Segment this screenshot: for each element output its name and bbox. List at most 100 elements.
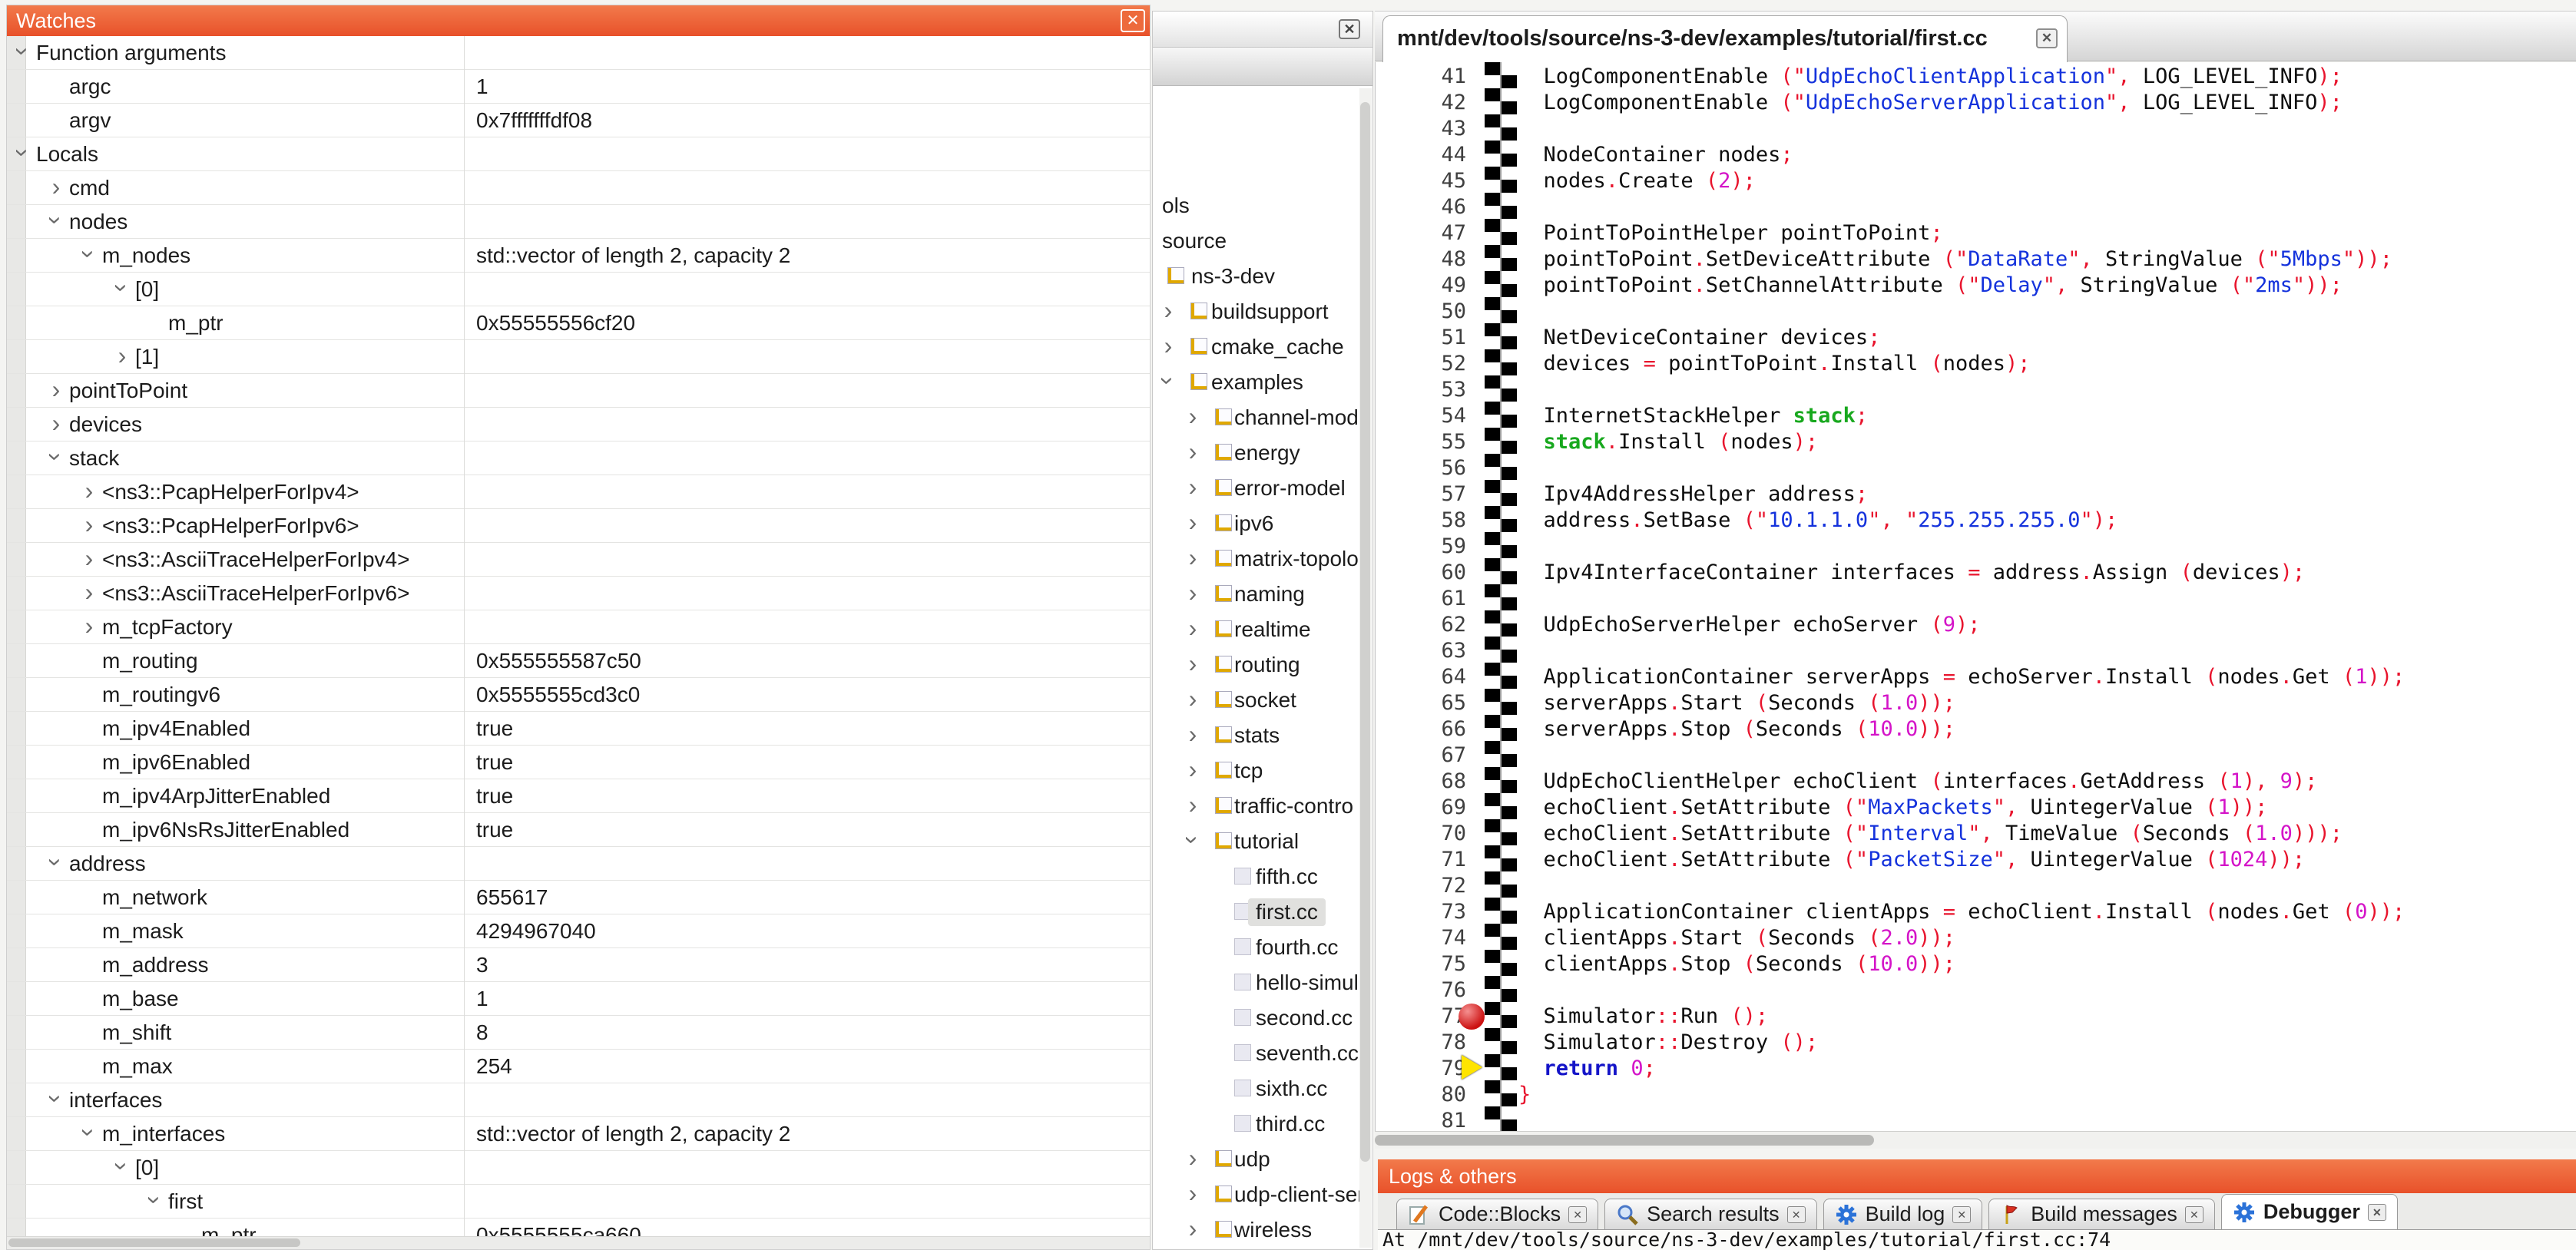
code-line[interactable]: 42 LogComponentEnable ("UdpEchoServerApp… — [1376, 90, 2576, 116]
tree-item-channel-mod[interactable]: ›channel-mod — [1153, 400, 1360, 435]
expand-icon[interactable]: › — [79, 613, 99, 638]
code-line[interactable]: 41 LogComponentEnable ("UdpEchoClientApp… — [1376, 64, 2576, 90]
expand-icon[interactable]: › — [1183, 545, 1203, 570]
tree-item-sixth-cc[interactable]: sixth.cc — [1153, 1071, 1360, 1106]
code-line[interactable]: 54 InternetStackHelper stack; — [1376, 403, 2576, 429]
code-line[interactable]: 68 UdpEchoClientHelper echoClient (inter… — [1376, 769, 2576, 795]
tree-item-stats[interactable]: ›stats — [1153, 718, 1360, 753]
watch-row[interactable]: ›cmd — [7, 171, 1150, 205]
code-line[interactable]: 71 echoClient.SetAttribute ("PacketSize"… — [1376, 847, 2576, 873]
scrollbar-thumb[interactable] — [8, 1238, 300, 1247]
tree-item-fourth-cc[interactable]: fourth.cc — [1153, 930, 1360, 965]
log-tab-code-blocks[interactable]: Code::Blocks✕ — [1396, 1199, 1598, 1229]
code-line[interactable]: 60 Ipv4InterfaceContainer interfaces = a… — [1376, 560, 2576, 586]
tree-item-udp-client-ser[interactable]: ›udp-client-ser — [1153, 1177, 1360, 1212]
tree-item-tutorial[interactable]: ›tutorial — [1153, 824, 1360, 859]
expand-icon[interactable]: › — [1183, 404, 1203, 428]
tree-item-third-cc[interactable]: third.cc — [1153, 1106, 1360, 1142]
code-editor[interactable]: 41 LogComponentEnable ("UdpEchoClientApp… — [1375, 62, 2576, 1131]
collapse-icon[interactable]: › — [110, 278, 134, 298]
expand-icon[interactable]: › — [1183, 616, 1203, 640]
log-tab-search-results[interactable]: Search results✕ — [1604, 1199, 1817, 1229]
collapse-icon[interactable]: › — [77, 244, 101, 264]
tree-item-first-cc[interactable]: first.cc — [1153, 895, 1360, 930]
code-line[interactable]: 49 pointToPoint.SetChannelAttribute ("De… — [1376, 273, 2576, 299]
code-line[interactable]: 72 — [1376, 873, 2576, 899]
code-line[interactable]: 67 — [1376, 742, 2576, 769]
expand-icon[interactable]: › — [46, 174, 66, 199]
vertical-scrollbar[interactable] — [1359, 88, 1372, 1248]
expand-icon[interactable]: › — [1183, 580, 1203, 605]
code-line[interactable]: 44 NodeContainer nodes; — [1376, 142, 2576, 168]
watch-row[interactable]: ›nodes — [7, 205, 1150, 239]
tree-item-udp[interactable]: ›udp — [1153, 1142, 1360, 1177]
expand-icon[interactable]: › — [79, 512, 99, 537]
expand-icon[interactable]: › — [1183, 792, 1203, 817]
scrollbar-thumb[interactable] — [1360, 102, 1370, 1162]
collapse-icon[interactable]: › — [110, 1156, 134, 1176]
close-icon[interactable]: ✕ — [1339, 19, 1360, 39]
code-line[interactable]: 46 — [1376, 194, 2576, 220]
breakpoint-margin[interactable] — [1485, 62, 1517, 1131]
watch-row[interactable]: argc1 — [7, 70, 1150, 104]
code-line[interactable]: 55 stack.Install (nodes); — [1376, 429, 2576, 455]
tree-item-traffic-contro[interactable]: ›traffic-contro — [1153, 789, 1360, 824]
expand-icon[interactable]: › — [1183, 1216, 1203, 1241]
expand-icon[interactable]: › — [79, 580, 99, 604]
expand-icon[interactable]: › — [46, 377, 66, 402]
column-divider[interactable] — [464, 36, 465, 1237]
tree-item-second-cc[interactable]: second.cc — [1153, 1000, 1360, 1036]
watch-row[interactable]: ›devices — [7, 408, 1150, 441]
expand-icon[interactable]: › — [1183, 439, 1203, 464]
code-line[interactable]: 47 PointToPointHelper pointToPoint; — [1376, 220, 2576, 246]
expand-icon[interactable]: › — [112, 343, 132, 368]
tree-item-tcp[interactable]: ›tcp — [1153, 753, 1360, 789]
close-icon[interactable]: ✕ — [1568, 1206, 1587, 1223]
close-icon[interactable]: ✕ — [2036, 28, 2058, 48]
watch-row[interactable]: m_base1 — [7, 982, 1150, 1016]
tree-item-wireless[interactable]: ›wireless — [1153, 1212, 1360, 1248]
log-tab-build-messages[interactable]: Build messages✕ — [1988, 1199, 2215, 1229]
tree-item-buildsupport[interactable]: ›buildsupport — [1153, 294, 1360, 329]
code-line[interactable]: 64 ApplicationContainer serverApps = ech… — [1376, 664, 2576, 690]
code-line[interactable]: 59 — [1376, 534, 2576, 560]
log-tab-build-log[interactable]: Build log✕ — [1823, 1199, 1983, 1229]
code-line[interactable]: 73 ApplicationContainer clientApps = ech… — [1376, 899, 2576, 925]
expand-icon[interactable]: › — [1158, 298, 1178, 322]
watch-row[interactable]: ›[0] — [7, 273, 1150, 306]
collapse-icon[interactable]: › — [77, 1123, 101, 1143]
expand-icon[interactable]: › — [1183, 757, 1203, 782]
tree-item-ipv6[interactable]: ›ipv6 — [1153, 506, 1360, 541]
watch-row[interactable]: ›m_nodesstd::vector of length 2, capacit… — [7, 239, 1150, 273]
expand-icon[interactable]: › — [1183, 651, 1203, 676]
expand-icon[interactable]: › — [1158, 333, 1178, 358]
expand-icon[interactable]: › — [1183, 722, 1203, 746]
code-line[interactable]: 65 serverApps.Start (Seconds (1.0)); — [1376, 690, 2576, 716]
watches-title-bar[interactable]: Watches — [7, 5, 1150, 36]
watch-row[interactable]: m_ipv6NsRsJitterEnabledtrue — [7, 813, 1150, 847]
expand-icon[interactable]: › — [1183, 686, 1203, 711]
tree-item-fifth-cc[interactable]: fifth.cc — [1153, 859, 1360, 895]
watch-row[interactable]: m_ipv6Enabledtrue — [7, 746, 1150, 779]
code-line[interactable]: 66 serverApps.Stop (Seconds (10.0)); — [1376, 716, 2576, 742]
code-line[interactable]: 74 clientApps.Start (Seconds (2.0)); — [1376, 925, 2576, 951]
tree-item-source[interactable]: source — [1153, 223, 1360, 259]
watch-row[interactable]: m_mask4294967040 — [7, 914, 1150, 948]
logs-title-bar[interactable]: Logs & others — [1378, 1159, 2576, 1193]
watch-row[interactable]: ›m_interfacesstd::vector of length 2, ca… — [7, 1117, 1150, 1151]
watch-row[interactable]: ›Function arguments — [7, 36, 1150, 70]
expand-icon[interactable]: › — [1183, 1146, 1203, 1170]
collapse-icon[interactable]: › — [44, 852, 68, 872]
code-line[interactable]: 43 — [1376, 116, 2576, 142]
watch-row[interactable]: m_shift8 — [7, 1016, 1150, 1050]
code-line[interactable]: 61 — [1376, 586, 2576, 612]
code-line[interactable]: 50 — [1376, 299, 2576, 325]
code-line[interactable]: 58 address.SetBase ("10.1.1.0", "255.255… — [1376, 508, 2576, 534]
code-line[interactable]: 56 — [1376, 455, 2576, 481]
tree-item-realtime[interactable]: ›realtime — [1153, 612, 1360, 647]
collapse-icon[interactable]: › — [1156, 371, 1180, 391]
code-line[interactable]: 80} — [1376, 1082, 2576, 1108]
watch-row[interactable]: ›first — [7, 1185, 1150, 1219]
code-line[interactable]: 63 — [1376, 638, 2576, 664]
code-line[interactable]: 81 — [1376, 1108, 2576, 1131]
